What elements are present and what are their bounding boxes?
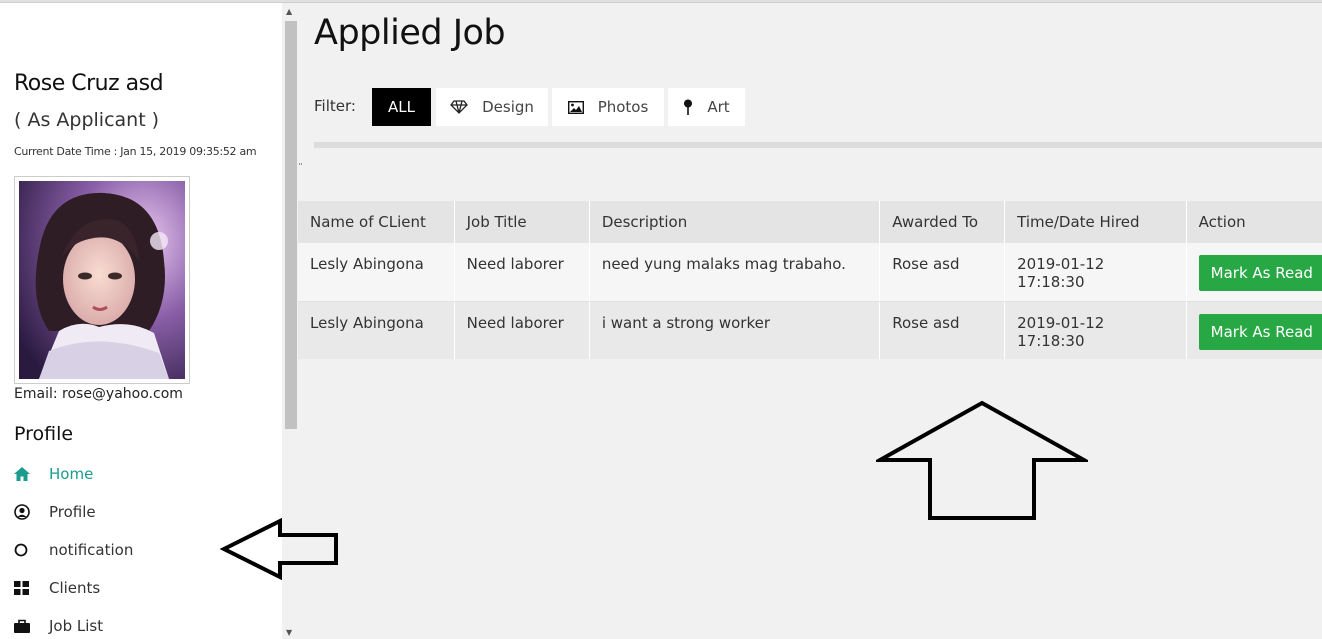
- annotation-arrow-left-icon: [220, 518, 338, 580]
- home-icon: [14, 467, 49, 481]
- avatar: [14, 176, 190, 384]
- filter-label-design: Design: [482, 98, 534, 116]
- annotation-arrow-up-icon: [876, 400, 1088, 520]
- filter-label-art: Art: [707, 98, 730, 116]
- sidebar-item-label: Profile: [49, 503, 96, 521]
- scroll-down-arrow-icon[interactable]: ▼: [286, 628, 292, 637]
- page-title: Applied Job: [314, 13, 506, 53]
- mark-as-read-button[interactable]: Mark As Read: [1198, 313, 1322, 350]
- column-header: Time/Date Hired: [1004, 201, 1187, 243]
- cell-description: i want a strong worker: [589, 301, 881, 359]
- filter-photos-button[interactable]: Photos: [552, 88, 664, 126]
- mark-as-read-button[interactable]: Mark As Read: [1198, 255, 1322, 291]
- sidebar-item-label: Clients: [49, 579, 101, 597]
- sidebar-item-label: Job List: [49, 617, 104, 635]
- current-date-time: Current Date Time : Jan 15, 2019 09:35:5…: [14, 145, 257, 158]
- user-circle-icon: [14, 504, 49, 520]
- avatar-image: [19, 181, 185, 379]
- cell-job-title: Need laborer: [454, 301, 590, 359]
- user-role: ( As Applicant ): [14, 109, 160, 131]
- cell-awarded-to: Rose asd: [879, 301, 1006, 359]
- filter-all-button[interactable]: ALL: [372, 88, 431, 126]
- briefcase-icon: [14, 619, 49, 633]
- user-name: Rose Cruz asd: [14, 71, 164, 96]
- column-header: Description: [589, 201, 881, 243]
- table-row: Lesly Abingona Need laborer i want a str…: [298, 301, 1322, 359]
- sidebar-item-job-list[interactable]: Job List: [14, 607, 264, 639]
- cell-action: Mark As Read: [1186, 243, 1322, 302]
- column-header: Name of CLient: [298, 201, 455, 243]
- diamond-icon: [450, 100, 468, 114]
- scrollbar-thumb[interactable]: [285, 21, 297, 429]
- column-header: Job Title: [454, 201, 590, 243]
- sidebar-item-label: Home: [49, 465, 94, 483]
- cell-client: Lesly Abingona: [298, 243, 455, 302]
- divider-bar: [314, 142, 1322, 148]
- sidebar-item-home[interactable]: Home: [14, 455, 264, 493]
- table-header-row: Name of CLient Job Title Description Awa…: [298, 201, 1322, 243]
- cell-date-hired: 2019-01-12 17:18:30: [1004, 243, 1187, 302]
- cell-job-title: Need laborer: [454, 243, 590, 302]
- filter-label-all: ALL: [388, 98, 415, 116]
- cell-client: Lesly Abingona: [298, 301, 455, 359]
- column-header: Awarded To: [879, 201, 1006, 243]
- filter-design-button[interactable]: Design: [436, 88, 548, 126]
- filter-label: Filter:: [314, 97, 356, 115]
- scroll-up-arrow-icon[interactable]: ▲: [286, 7, 292, 16]
- filter-art-button[interactable]: Art: [668, 88, 745, 126]
- image-icon: [567, 100, 584, 114]
- circle-icon: [14, 543, 49, 557]
- sidebar-item-label: notification: [49, 541, 134, 559]
- filter-label-photos: Photos: [597, 98, 649, 116]
- table-row: Lesly Abingona Need laborer need yung ma…: [298, 243, 1322, 302]
- column-header: Action: [1186, 201, 1322, 243]
- cell-awarded-to: Rose asd: [879, 243, 1006, 302]
- main-content: Applied Job Filter: ALL Design Photos Ar…: [298, 3, 1322, 639]
- cell-action: Mark As Read: [1186, 301, 1322, 359]
- user-email: Email: rose@yahoo.com: [14, 386, 183, 402]
- cell-description: need yung malaks mag trabaho.: [589, 243, 881, 302]
- ellipsis-marker: ¨: [298, 163, 303, 174]
- sidebar-heading: Profile: [14, 423, 74, 445]
- applied-jobs-table: Name of CLient Job Title Description Awa…: [298, 201, 1322, 359]
- cell-date-hired: 2019-01-12 17:18:30: [1004, 301, 1187, 359]
- pin-icon: [683, 99, 693, 115]
- grid-icon: [14, 581, 49, 595]
